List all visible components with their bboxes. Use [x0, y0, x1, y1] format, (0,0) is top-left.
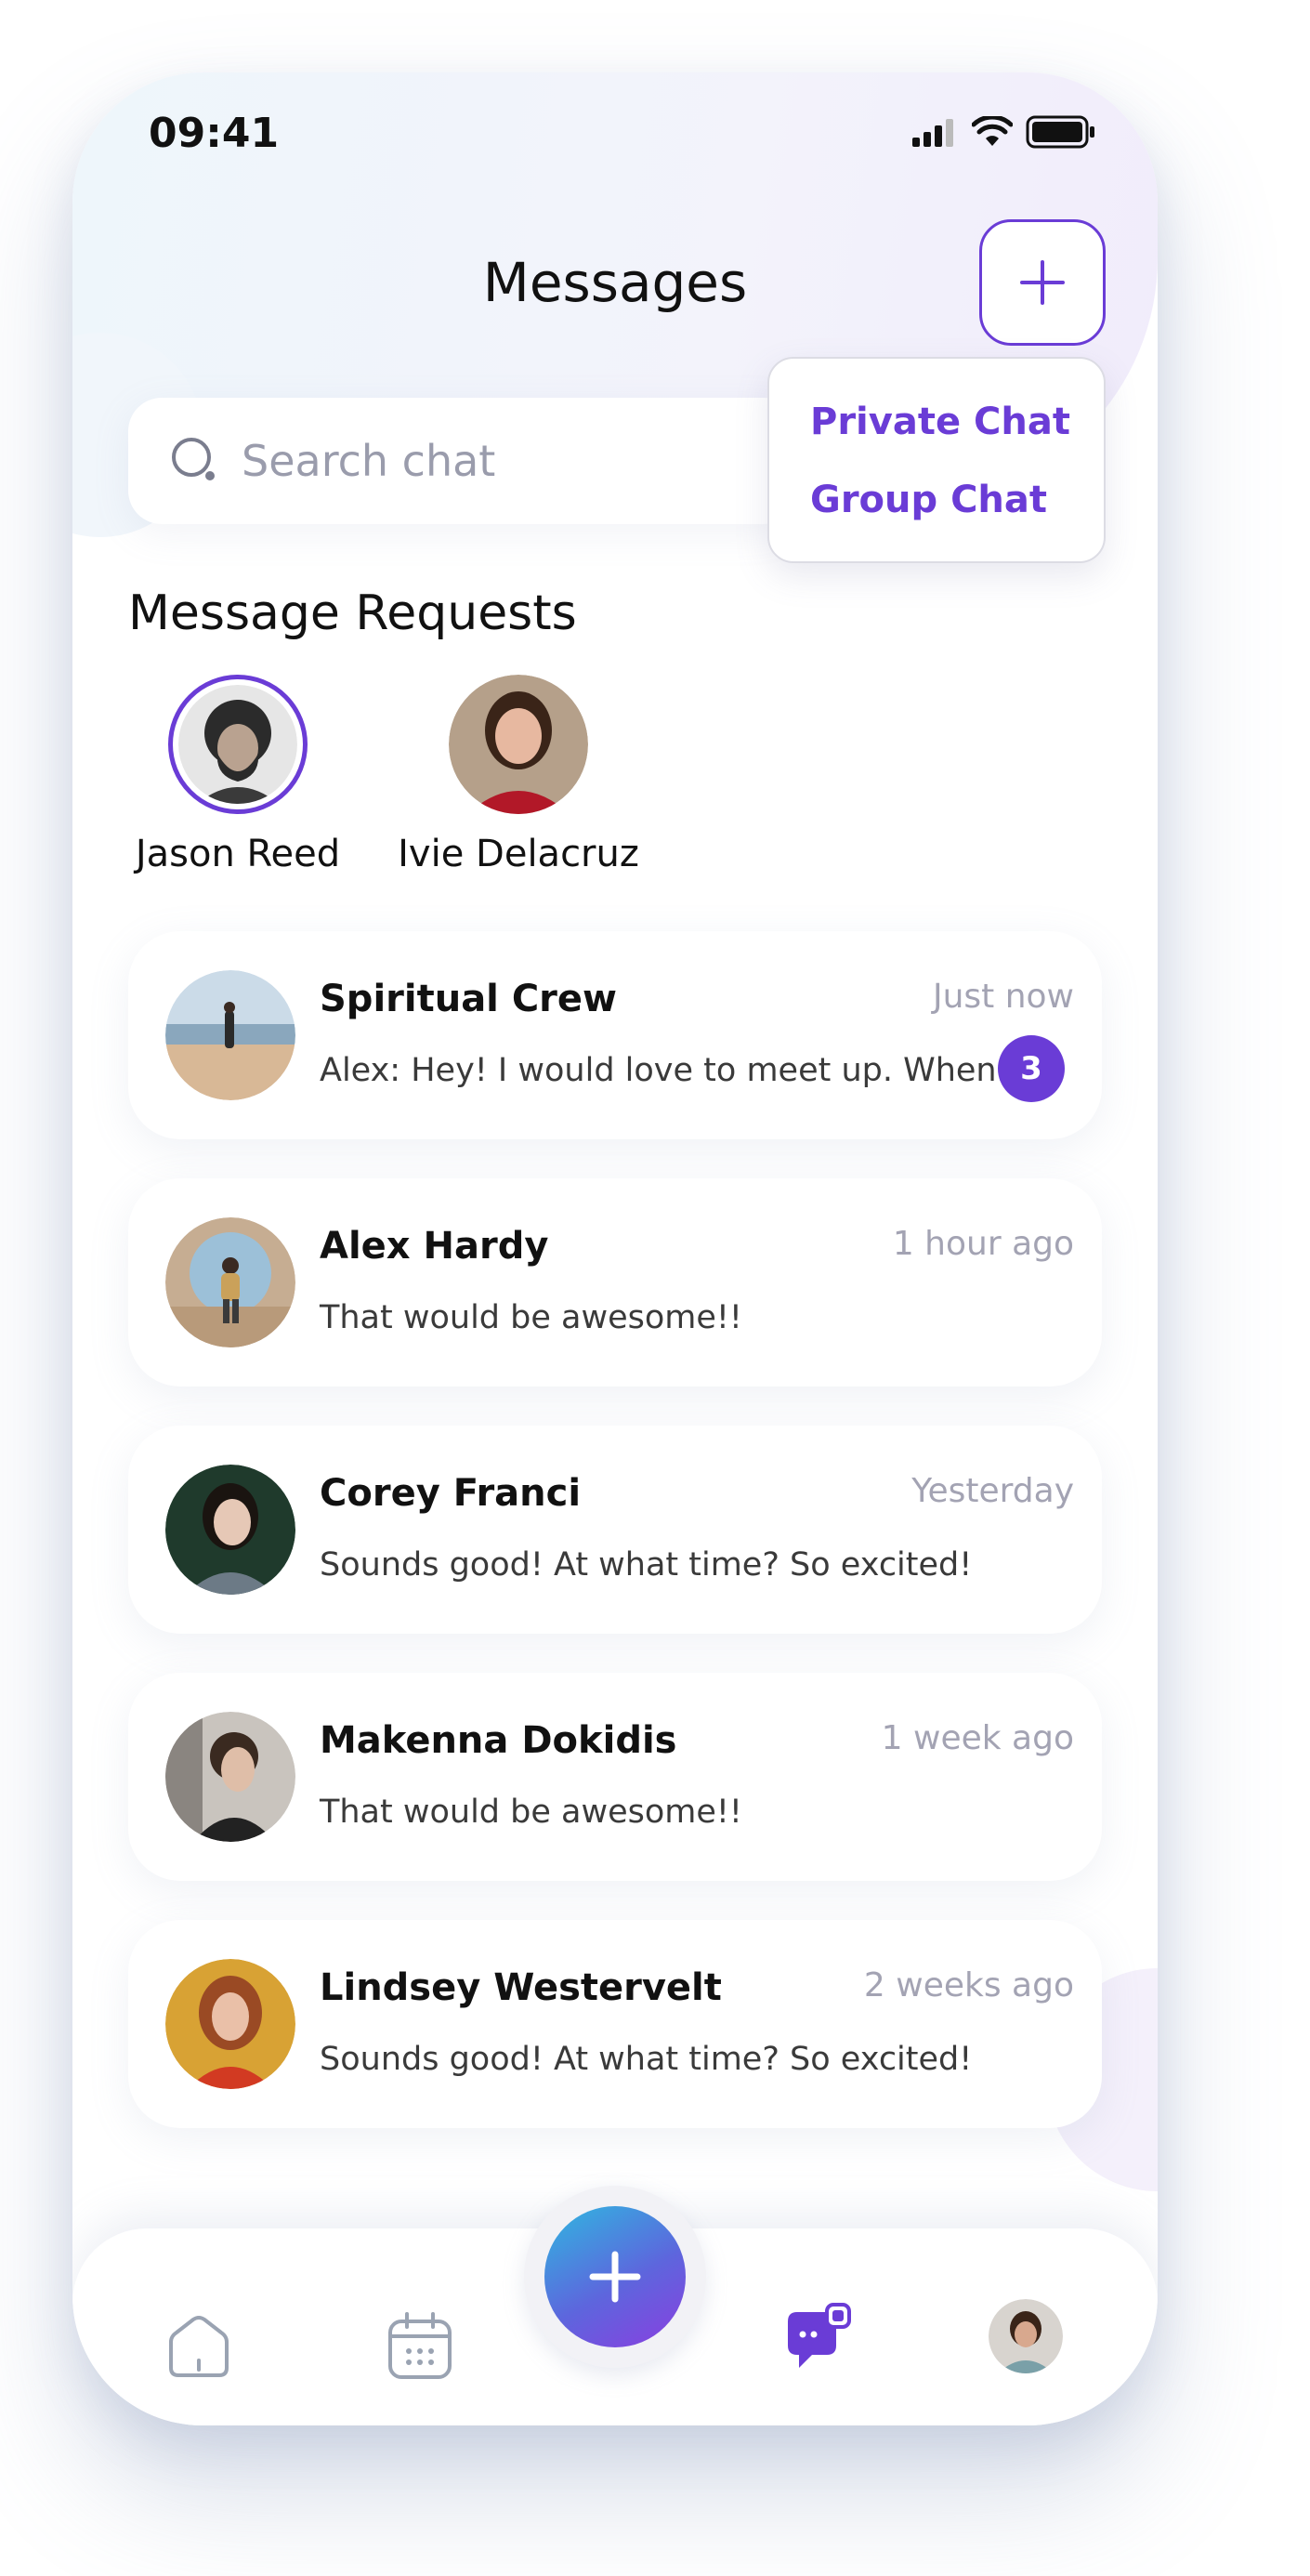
profile-avatar	[989, 2299, 1063, 2373]
home-icon	[169, 2316, 229, 2377]
avatar	[165, 1712, 295, 1842]
calendar-icon	[388, 2312, 452, 2379]
wifi-icon	[972, 116, 1013, 146]
tab-messages[interactable]	[771, 2292, 864, 2385]
search-icon	[172, 438, 215, 480]
request-name: Jason Reed	[135, 833, 341, 875]
tab-profile[interactable]	[979, 2290, 1072, 2383]
tab-calendar[interactable]	[373, 2299, 466, 2392]
chat-name: Spiritual Crew	[320, 978, 617, 1020]
chat-item[interactable]: Spiritual Crew Just now Alex: Hey! I wou…	[128, 931, 1102, 1139]
unread-badge: 3	[998, 1035, 1065, 1102]
avatar	[165, 1959, 295, 2089]
avatar	[165, 1217, 295, 1347]
battery-icon	[1026, 115, 1094, 149]
plus-icon	[1020, 260, 1065, 305]
status-time: 09:41	[149, 110, 280, 157]
chat-time: 2 weeks ago	[863, 1966, 1074, 2004]
chat-time: Just now	[932, 978, 1074, 1016]
request-item-jason-reed[interactable]: Jason Reed	[128, 675, 347, 875]
chat-name: Lindsey Westervelt	[320, 1966, 722, 2009]
chat-item[interactable]: Lindsey Westervelt 2 weeks ago Sounds go…	[128, 1920, 1102, 2128]
section-heading-requests: Message Requests	[128, 585, 577, 641]
avatar	[449, 675, 588, 814]
new-chat-menu: Private Chat Group Chat	[767, 357, 1106, 563]
chat-preview: Sounds good! At what time? So excited!	[320, 2041, 973, 2078]
chat-item[interactable]: Alex Hardy 1 hour ago That would be awes…	[128, 1178, 1102, 1387]
tab-home[interactable]	[152, 2299, 245, 2392]
chat-item[interactable]: Corey Franci Yesterday Sounds good! At w…	[128, 1426, 1102, 1634]
menu-item-group-chat[interactable]: Group Chat	[810, 468, 1104, 546]
chat-name: Makenna Dokidis	[320, 1719, 677, 1762]
signal-icon	[912, 119, 953, 147]
search-input[interactable]	[242, 436, 762, 486]
chat-time: 1 hour ago	[892, 1225, 1074, 1263]
chat-preview: Sounds good! At what time? So excited!	[320, 1546, 973, 1584]
new-chat-button[interactable]	[979, 219, 1106, 346]
chat-item[interactable]: Makenna Dokidis 1 week ago That would be…	[128, 1673, 1102, 1881]
chat-preview: Alex: Hey! I would love to meet up. When…	[320, 1052, 1028, 1089]
search-bar[interactable]	[128, 398, 797, 524]
avatar	[168, 675, 308, 814]
avatar	[165, 1465, 295, 1595]
status-icons	[912, 115, 1096, 149]
avatar	[165, 970, 295, 1100]
chat-name: Alex Hardy	[320, 1225, 549, 1268]
request-item-ivie-delacruz[interactable]: Ivie Delacruz	[394, 675, 643, 875]
add-icon	[589, 2251, 641, 2303]
chat-icon	[788, 2303, 851, 2368]
phone-frame: 09:41 Messages Search chat Private Chat …	[72, 72, 1158, 2425]
chat-time: Yesterday	[911, 1472, 1074, 1510]
chat-preview: That would be awesome!!	[320, 1794, 742, 1831]
chat-preview: That would be awesome!!	[320, 1299, 742, 1336]
request-name: Ivie Delacruz	[398, 833, 639, 875]
chat-name: Corey Franci	[320, 1472, 582, 1515]
menu-item-private-chat[interactable]: Private Chat	[810, 390, 1104, 468]
add-button[interactable]	[544, 2206, 686, 2347]
chat-time: 1 week ago	[881, 1719, 1074, 1757]
